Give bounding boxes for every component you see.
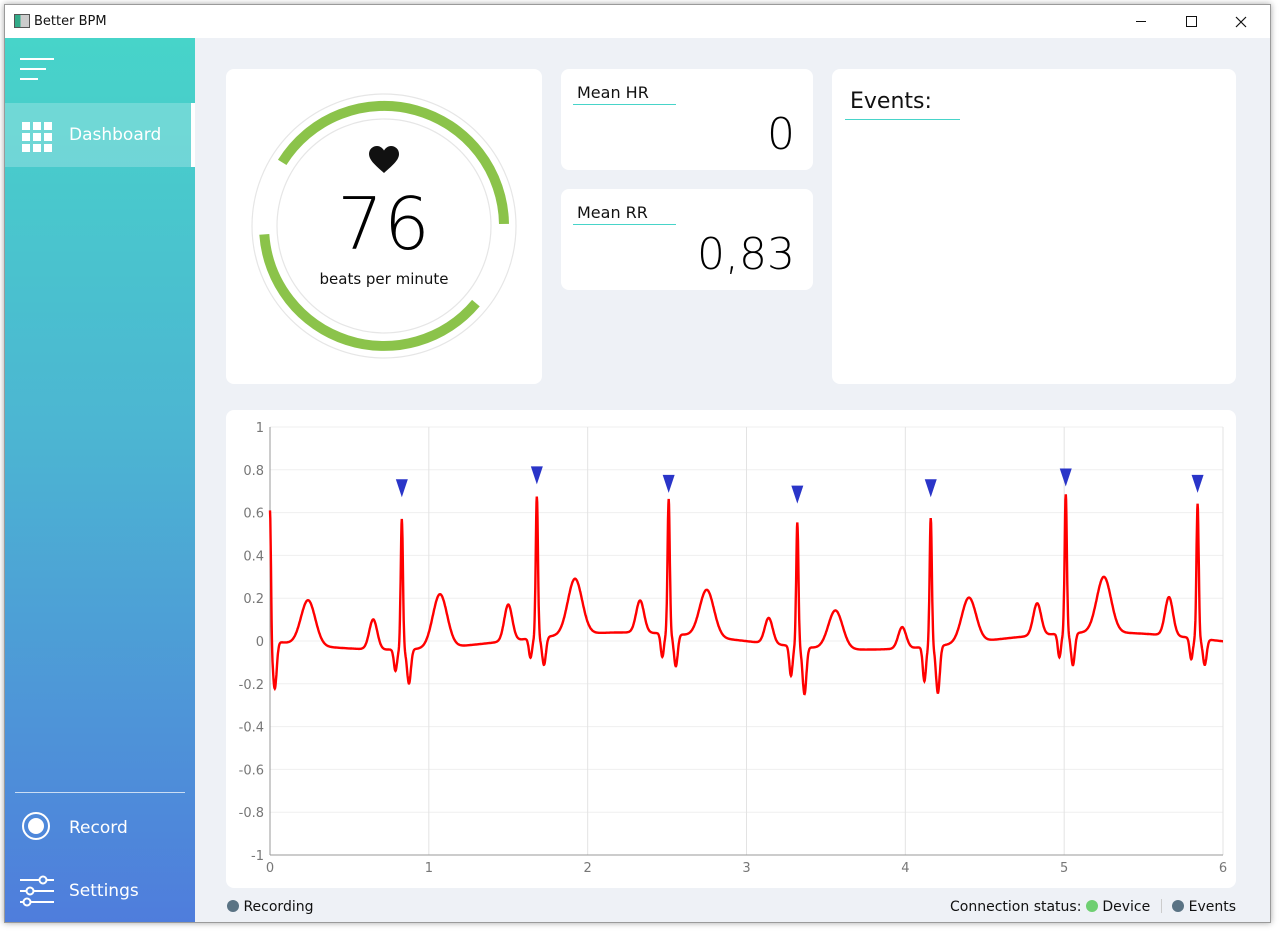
- minimize-button[interactable]: [1118, 5, 1164, 38]
- window-title: Better BPM: [34, 14, 107, 29]
- connection-status: Connection status: Device Events: [950, 899, 1236, 915]
- sidebar-divider: [15, 792, 185, 793]
- label-underline: [845, 119, 960, 120]
- sliders-icon: [20, 875, 54, 907]
- r-peak-marker: [1059, 468, 1072, 487]
- r-peak-marker: [530, 466, 543, 485]
- sidebar-item-settings[interactable]: Settings: [5, 859, 195, 922]
- app-icon: [14, 14, 30, 28]
- events-status-label: Events: [1188, 899, 1236, 915]
- r-peak-marker: [1191, 474, 1204, 493]
- status-separator: [1160, 899, 1162, 913]
- maximize-button[interactable]: [1168, 5, 1214, 38]
- grid-icon: [22, 122, 52, 152]
- y-tick-label: -0.8: [239, 806, 264, 821]
- mean-hr-label: Mean HR: [577, 83, 649, 102]
- y-tick-label: 0.2: [243, 592, 264, 607]
- sidebar-item-dashboard[interactable]: Dashboard: [5, 103, 195, 167]
- x-tick-label: 5: [1060, 861, 1068, 876]
- hamburger-icon[interactable]: [20, 58, 54, 82]
- close-icon: [1235, 16, 1247, 27]
- y-tick-label: -0.2: [239, 678, 264, 693]
- heart-icon: [369, 146, 399, 173]
- x-tick-label: 6: [1219, 861, 1227, 876]
- sidebar-item-label: Dashboard: [69, 125, 162, 145]
- app-window: Better BPM Dashboard Record Settings 76 …: [4, 4, 1271, 923]
- bpm-unit-label: beats per minute: [319, 270, 449, 288]
- heart-rate-card: 76 beats per minute: [226, 69, 542, 384]
- sidebar-item-label: Record: [69, 818, 128, 838]
- y-tick-label: 0.8: [243, 464, 264, 479]
- x-tick-label: 3: [742, 861, 750, 876]
- sidebar-item-record[interactable]: Record: [5, 796, 195, 860]
- recording-label: Recording: [243, 899, 314, 915]
- mean-rr-label: Mean RR: [577, 203, 648, 222]
- y-tick-label: 0.6: [243, 507, 264, 522]
- events-title: Events:: [850, 89, 932, 114]
- status-bar: Recording Connection status: Device Even…: [195, 891, 1270, 922]
- r-peak-marker: [395, 479, 408, 498]
- y-tick-label: -0.6: [239, 763, 264, 778]
- minimize-icon: [1136, 21, 1146, 22]
- close-button[interactable]: [1218, 5, 1264, 38]
- y-tick-label: 0: [256, 635, 264, 650]
- record-icon: [22, 812, 50, 840]
- r-peak-marker: [791, 485, 804, 504]
- recording-status: Recording: [227, 899, 313, 915]
- y-tick-label: 1: [256, 421, 264, 436]
- title-bar: Better BPM: [5, 5, 1270, 38]
- recording-indicator-icon: [227, 900, 239, 912]
- y-tick-label: 0.4: [243, 549, 264, 564]
- device-label: Device: [1102, 899, 1151, 915]
- device-status-icon: [1085, 900, 1098, 912]
- mean-rr-value: 0,83: [697, 229, 795, 280]
- mean-hr-card: Mean HR 0: [561, 69, 813, 170]
- ecg-chart-card: 1 0.8 0.6 0.4 0.2 0 -0.2 -0.4 -0.6 -0.8 -1 0 1 2 3 4 5 6: [226, 410, 1236, 888]
- y-tick-label: -0.4: [239, 721, 264, 736]
- events-card: Events:: [832, 69, 1236, 384]
- mean-rr-card: Mean RR 0,83: [561, 189, 813, 290]
- bpm-value: 76: [337, 182, 431, 266]
- y-tick-label: -1: [251, 849, 264, 864]
- x-tick-label: 2: [584, 861, 592, 876]
- maximize-icon: [1185, 16, 1197, 27]
- r-peak-marker: [924, 479, 937, 498]
- mean-hr-value: 0: [767, 109, 795, 160]
- events-status-icon: [1172, 900, 1185, 912]
- ecg-chart: 10.80.60.40.20-0.2-0.4-0.6-0.8-10 1 2 3 4 5 6: [239, 421, 1228, 876]
- connection-status-label: Connection status:: [950, 899, 1082, 915]
- x-tick-label: 4: [901, 861, 909, 876]
- sidebar-item-label: Settings: [69, 881, 139, 901]
- label-underline: [573, 224, 676, 225]
- r-peak-marker: [662, 474, 675, 493]
- x-tick-label: 1: [425, 861, 433, 876]
- sidebar: Dashboard Record Settings: [5, 38, 195, 922]
- label-underline: [573, 104, 676, 105]
- x-tick-label: 0: [266, 861, 274, 876]
